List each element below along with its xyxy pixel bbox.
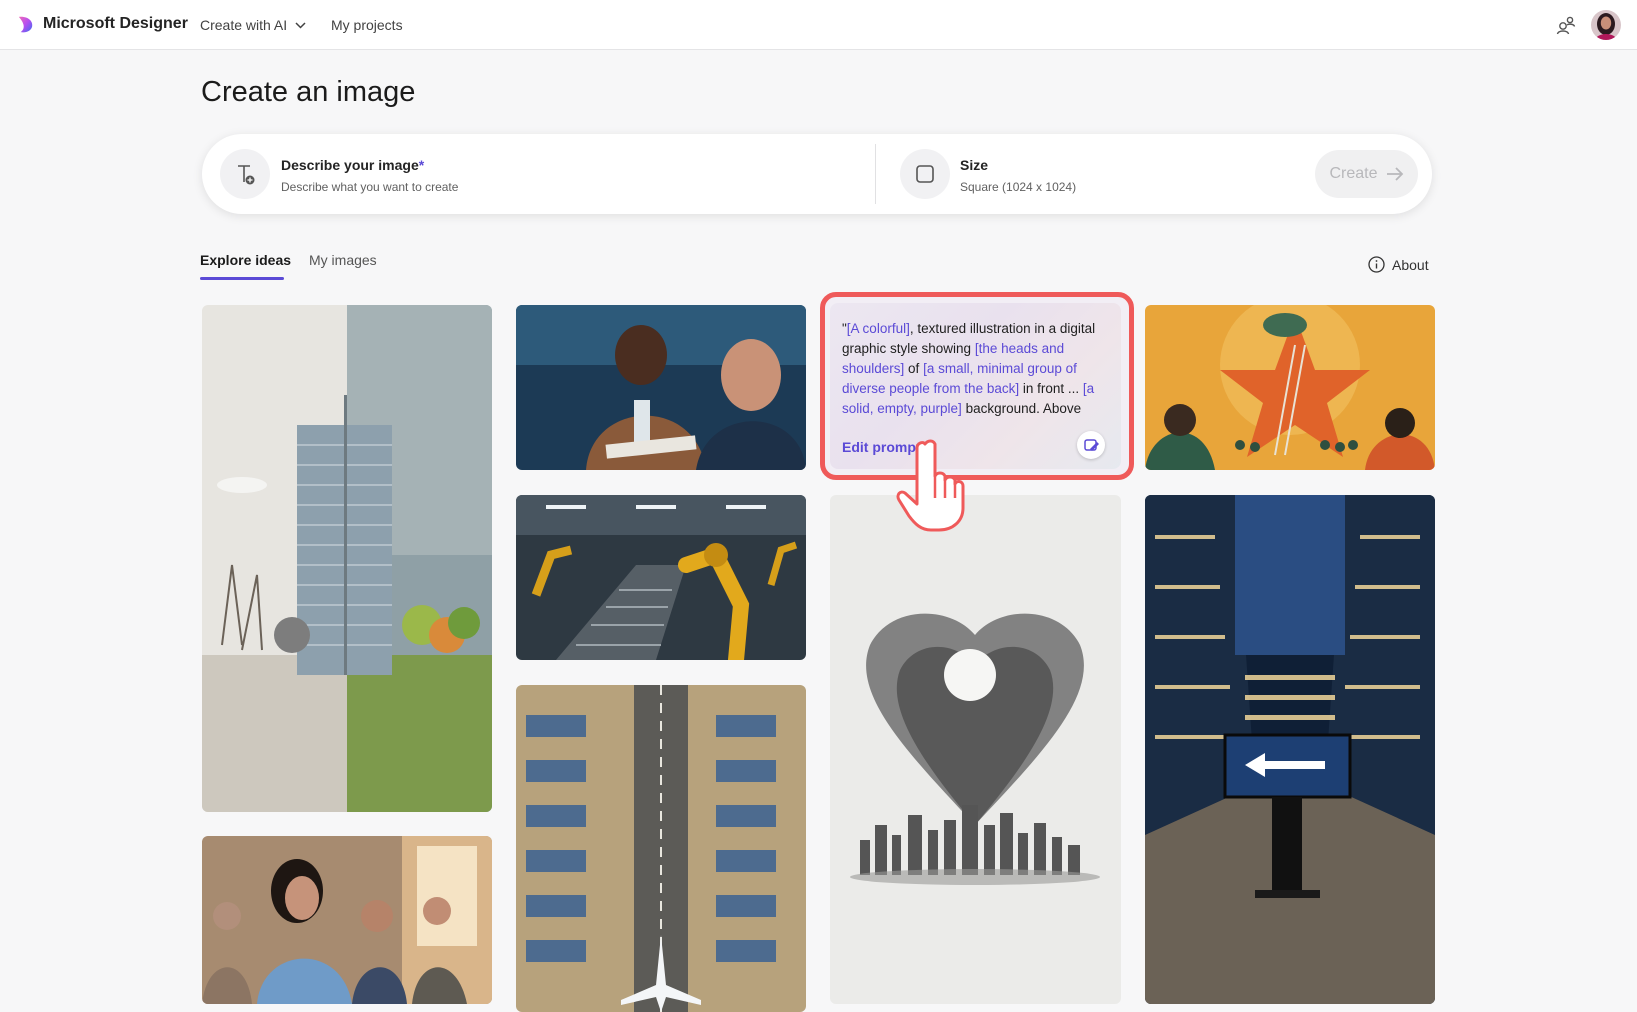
edit-image-button[interactable]	[1077, 431, 1105, 459]
create-label: Create	[1329, 165, 1378, 182]
prompt-text: "[A colorful], textured illustration in …	[842, 319, 1114, 419]
describe-field[interactable]: Describe your image*	[281, 157, 424, 173]
image-tile-star-climber[interactable]	[1145, 305, 1435, 470]
about-link[interactable]: About	[1368, 256, 1429, 273]
required-mark: *	[418, 157, 425, 173]
size-label[interactable]: Size	[960, 157, 988, 173]
size-value[interactable]: Square (1024 x 1024)	[960, 180, 1076, 194]
top-bar: Microsoft Designer Create with AI My pro…	[0, 0, 1637, 50]
create-button[interactable]: Create	[1315, 150, 1418, 198]
size-icon-button[interactable]	[900, 149, 950, 199]
nav-my-projects[interactable]: My projects	[331, 17, 403, 33]
page-title: Create an image	[201, 76, 416, 108]
image-tile-seasons-building[interactable]	[202, 305, 492, 812]
prompt-text-segment: of	[904, 361, 924, 376]
image-tile-business-meeting[interactable]	[516, 305, 806, 470]
square-size-icon	[916, 165, 934, 183]
tab-explore-ideas[interactable]: Explore ideas	[200, 252, 291, 268]
nav-create-with-ai[interactable]: Create with AI	[200, 17, 306, 33]
describe-input[interactable]: Describe what you want to create	[281, 180, 458, 194]
divider	[875, 144, 876, 204]
edit-image-icon	[1084, 439, 1099, 451]
image-tile-bird-heart-city[interactable]	[830, 495, 1121, 1004]
designer-logo-icon[interactable]	[16, 15, 35, 34]
arrow-right-icon	[1386, 167, 1403, 181]
prompt-idea-card[interactable]: "[A colorful], textured illustration in …	[830, 303, 1121, 469]
pointer-hand-icon	[896, 439, 965, 532]
avatar[interactable]	[1591, 10, 1621, 40]
image-tile-arrow-sign-atrium[interactable]	[1145, 495, 1435, 1004]
info-icon	[1368, 256, 1385, 273]
prompt-placeholder[interactable]: [A colorful]	[847, 321, 910, 336]
prompt-bar: Describe your image* Describe what you w…	[202, 134, 1432, 214]
image-tile-audience-clapping[interactable]	[202, 836, 492, 1004]
tab-my-images[interactable]: My images	[309, 252, 377, 268]
brand-name[interactable]: Microsoft Designer	[43, 15, 188, 33]
nav-create-label: Create with AI	[200, 17, 288, 33]
active-tab-indicator	[200, 277, 284, 280]
about-label: About	[1392, 256, 1429, 273]
prompt-text-segment: background. Above	[961, 401, 1082, 416]
text-add-icon	[238, 165, 255, 185]
prompt-text-segment: in front ...	[1019, 381, 1083, 396]
chevron-down-icon	[295, 21, 306, 29]
describe-label: Describe your image	[281, 157, 419, 173]
describe-icon-button[interactable]	[220, 149, 270, 199]
image-tile-robot-arms[interactable]	[516, 495, 806, 660]
image-tile-warehouse-runway[interactable]	[516, 685, 806, 1012]
share-people-icon[interactable]	[1555, 14, 1577, 36]
